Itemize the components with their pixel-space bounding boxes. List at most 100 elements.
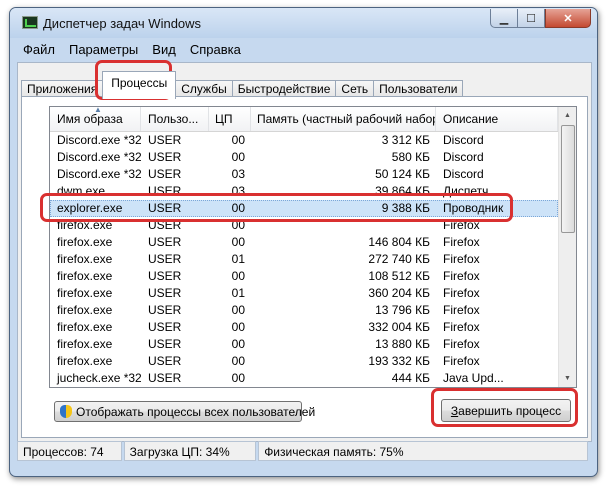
table-header: ▲ Имя образа Пользо... ЦП Память (частны… (50, 107, 558, 132)
task-manager-window: Диспетчер задач Windows ▁ ☐ ✕ Файл Парам… (9, 7, 598, 477)
column-header-memory[interactable]: Память (частный рабочий набор) (251, 107, 436, 131)
cell-description: Discord (443, 133, 484, 147)
status-physical-memory: Физическая память: 75% (258, 441, 588, 461)
cell-memory: 9 388 КБ (381, 201, 430, 215)
cell-description: Firefox (443, 235, 480, 249)
cell-image-name: firefox.exe (57, 286, 113, 300)
status-cpu-usage: Загрузка ЦП: 34% (123, 441, 257, 461)
cell-cpu: 00 (231, 354, 245, 368)
cell-image-name: firefox.exe (57, 337, 113, 351)
vertical-scrollbar[interactable]: ▲ ▼ (558, 107, 576, 387)
cell-description: Firefox (443, 354, 480, 368)
cell-description: Discord (443, 167, 484, 181)
minimize-button[interactable]: ▁ (490, 9, 517, 28)
scroll-down-arrow-icon[interactable]: ▼ (559, 370, 576, 387)
cell-user: USER (148, 133, 182, 147)
table-row[interactable]: firefox.exe USER 00 13 796 КБ Firefox (50, 302, 558, 319)
table-row[interactable]: firefox.exe USER 01 272 740 КБ Firefox (50, 251, 558, 268)
cell-image-name: jucheck.exe *32 (57, 371, 141, 385)
cell-description: Диспетч... (443, 184, 499, 198)
table-row[interactable]: dwm.exe USER 03 39 864 КБ Диспетч... (50, 183, 558, 200)
menu-help[interactable]: Справка (183, 40, 248, 60)
cell-description: Firefox (443, 286, 480, 300)
menu-bar: Файл Параметры Вид Справка (10, 40, 597, 60)
cell-memory: 50 124 КБ (375, 167, 430, 181)
show-all-label: Отображать процессы всех пользователей (76, 404, 316, 419)
column-header-description[interactable]: Описание (436, 107, 558, 131)
maximize-icon: ☐ (526, 12, 536, 25)
cell-cpu: 03 (231, 184, 245, 198)
cell-cpu: 01 (231, 252, 245, 266)
table-row[interactable]: Discord.exe *32 USER 00 580 КБ Discord (50, 149, 558, 166)
process-table: ▲ Имя образа Пользо... ЦП Память (частны… (49, 106, 577, 388)
menu-options[interactable]: Параметры (62, 40, 145, 60)
table-row[interactable]: firefox.exe USER 00 332 004 КБ Firefox (50, 319, 558, 336)
title-bar[interactable]: Диспетчер задач Windows ▁ ☐ ✕ (10, 8, 597, 38)
cell-description: Firefox (443, 218, 480, 232)
cell-image-name: firefox.exe (57, 269, 113, 283)
cell-description: Проводник (443, 201, 504, 215)
cell-memory: 39 864 КБ (375, 184, 430, 198)
cell-image-name: firefox.exe (57, 252, 113, 266)
table-row[interactable]: firefox.exe USER 00 108 512 КБ Firefox (50, 268, 558, 285)
table-row[interactable]: jucheck.exe *32 USER 00 444 КБ Java Upd... (50, 370, 558, 387)
scroll-thumb[interactable] (561, 125, 575, 233)
cell-memory: 332 004 КБ (368, 320, 430, 334)
table-row[interactable]: firefox.exe USER 00 13 880 КБ Firefox (50, 336, 558, 353)
cell-image-name: firefox.exe (57, 235, 113, 249)
cell-image-name: firefox.exe (57, 354, 113, 368)
cell-description: Firefox (443, 337, 480, 351)
menu-view[interactable]: Вид (145, 40, 183, 60)
cell-cpu: 00 (231, 371, 245, 385)
cell-memory: 3 312 КБ (381, 133, 430, 147)
cell-user: USER (148, 252, 182, 266)
column-header-user[interactable]: Пользо... (141, 107, 209, 131)
task-manager-icon (22, 16, 38, 29)
cell-image-name: explorer.exe (57, 201, 123, 215)
cell-cpu: 00 (231, 201, 245, 215)
table-body: Discord.exe *32 USER 00 3 312 КБ Discord Disc… (50, 132, 558, 387)
cell-memory: 13 880 КБ (375, 337, 430, 351)
table-row[interactable]: firefox.exe USER 00 146 804 КБ Firefox (50, 234, 558, 251)
table-row[interactable]: firefox.exe USER 01 360 204 КБ Firefox (50, 285, 558, 302)
cell-image-name: firefox.exe (57, 218, 113, 232)
scroll-up-arrow-icon[interactable]: ▲ (559, 107, 576, 124)
cell-user: USER (148, 354, 182, 368)
cell-cpu: 00 (231, 235, 245, 249)
show-all-users-processes-button[interactable]: Отображать процессы всех пользователей (54, 401, 315, 422)
cell-memory: 146 804 КБ (368, 235, 430, 249)
cell-memory: 13 796 КБ (375, 303, 430, 317)
column-header-cpu[interactable]: ЦП (209, 107, 251, 131)
column-header-image-name[interactable]: ▲ Имя образа (50, 107, 141, 131)
window-title: Диспетчер задач Windows (43, 16, 202, 31)
cell-user: USER (148, 337, 182, 351)
close-icon: ✕ (563, 12, 573, 25)
cell-memory: 193 332 КБ (368, 354, 430, 368)
end-process-button[interactable]: Завершить процесс (441, 399, 571, 422)
cell-cpu: 00 (231, 133, 245, 147)
table-row[interactable]: Discord.exe *32 USER 00 3 312 КБ Discord (50, 132, 558, 149)
cell-user: USER (148, 167, 182, 181)
maximize-button[interactable]: ☐ (517, 9, 545, 28)
tab-processes[interactable]: Процессы (102, 71, 177, 99)
table-row[interactable]: firefox.exe USER 00 Firefox (50, 217, 558, 234)
table-row[interactable]: firefox.exe USER 00 193 332 КБ Firefox (50, 353, 558, 370)
table-row[interactable]: Discord.exe *32 USER 03 50 124 КБ Discord (50, 166, 558, 183)
cell-user: USER (148, 184, 182, 198)
cell-cpu: 00 (231, 303, 245, 317)
cell-user: USER (148, 150, 182, 164)
cell-memory: 108 512 КБ (368, 269, 430, 283)
close-button[interactable]: ✕ (545, 9, 591, 28)
cell-memory: 580 КБ (391, 150, 430, 164)
cell-memory: 360 204 КБ (368, 286, 430, 300)
cell-memory: 272 740 КБ (368, 252, 430, 266)
sort-ascending-icon: ▲ (94, 107, 102, 114)
menu-file[interactable]: Файл (16, 40, 62, 60)
cell-cpu: 00 (231, 218, 245, 232)
cell-description: Firefox (443, 252, 480, 266)
table-row-selected[interactable]: explorer.exe USER 00 9 388 КБ Проводник (50, 200, 558, 217)
cell-image-name: firefox.exe (57, 303, 113, 317)
processes-panel: ▲ Имя образа Пользо... ЦП Память (частны… (21, 96, 588, 438)
cell-user: USER (148, 269, 182, 283)
cell-user: USER (148, 201, 182, 215)
